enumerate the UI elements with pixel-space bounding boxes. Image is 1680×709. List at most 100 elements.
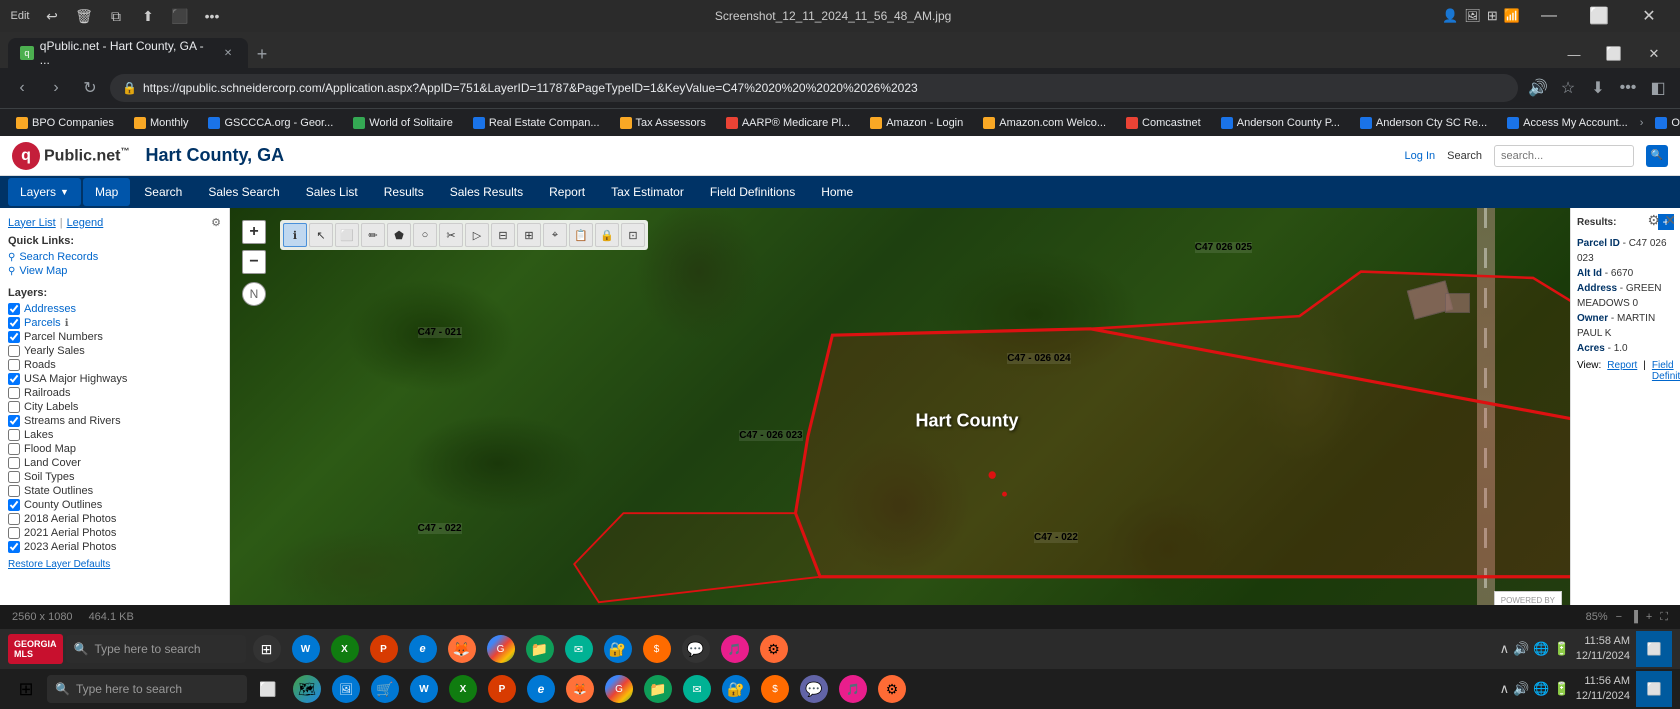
nav-item-results[interactable]: Results [372, 178, 436, 206]
tb3-chevron-icon[interactable]: ∧ [1500, 681, 1510, 697]
nav-item-tax-estimator[interactable]: Tax Estimator [599, 178, 696, 206]
new-tab-button[interactable]: + [248, 40, 276, 68]
layer-addresses-label[interactable]: Addresses [24, 303, 76, 315]
bookmark-gsccca[interactable]: GSCCCA.org - Geor... [200, 112, 341, 134]
view-map-link[interactable]: View Map [8, 265, 221, 277]
tb2-sound-icon[interactable]: 🔊 [1513, 641, 1529, 657]
browser-restore[interactable]: ⬜ [1596, 40, 1632, 68]
layer-yearly-sales-checkbox[interactable] [8, 345, 20, 357]
tb-icon-photos[interactable]: 🖼 [328, 671, 364, 707]
tb-icon-music[interactable]: 🎵 [835, 671, 871, 707]
layer-parcels-checkbox[interactable] [8, 317, 20, 329]
tb2-icon-14[interactable]: ⚙ [756, 631, 792, 667]
nav-item-sales-search[interactable]: Sales Search [196, 178, 291, 206]
layer-streams-checkbox[interactable] [8, 415, 20, 427]
tb3-sound-icon[interactable]: 🔊 [1513, 681, 1529, 697]
tb2-battery-icon[interactable]: 🔋 [1554, 641, 1570, 657]
tb2-network-icon[interactable]: 🌐 [1533, 641, 1549, 657]
layer-flood-map-checkbox[interactable] [8, 443, 20, 455]
tool-arrow[interactable]: ↖ [309, 223, 333, 247]
minimize-button[interactable]: — [1526, 0, 1572, 32]
tab-close-button[interactable]: ✕ [220, 45, 236, 61]
layer-state-outlines-checkbox[interactable] [8, 485, 20, 497]
maximize-button[interactable]: ⬜ [1576, 0, 1622, 32]
layer-addresses-checkbox[interactable] [8, 303, 20, 315]
bookmark-realestate[interactable]: Real Estate Compan... [465, 112, 608, 134]
url-input[interactable] [143, 81, 1506, 95]
browser-minimize[interactable]: — [1556, 40, 1592, 68]
compass[interactable]: N [242, 282, 266, 306]
tb-icon-powerpoint[interactable]: P [484, 671, 520, 707]
forward-button[interactable]: › [42, 74, 70, 102]
tb-icon-store[interactable]: 🛒 [367, 671, 403, 707]
bookmark-bpo[interactable]: BPO Companies [8, 112, 122, 134]
result-report-link[interactable]: Report [1607, 360, 1637, 382]
layer-county-outlines-checkbox[interactable] [8, 499, 20, 511]
bookmark-amazon[interactable]: Amazon.com Welco... [975, 112, 1114, 134]
search-records-link[interactable]: Search Records [8, 251, 221, 263]
nav-item-search[interactable]: Search [132, 178, 194, 206]
bookmarks-more[interactable]: › [1640, 117, 1644, 129]
sidebar-button[interactable]: ◧ [1644, 74, 1672, 102]
export-button[interactable]: ⬆ [136, 4, 160, 28]
zoom-decrease[interactable]: − [1616, 611, 1622, 623]
layer-roads-checkbox[interactable] [8, 359, 20, 371]
tb-icon-excel[interactable]: X [445, 671, 481, 707]
tb-icon-firefox[interactable]: 🦊 [562, 671, 598, 707]
tb-icon-settings2[interactable]: ⚙ [874, 671, 910, 707]
tb2-icon-13[interactable]: 🎵 [717, 631, 753, 667]
tool-box-select[interactable]: ⬜ [335, 223, 359, 247]
tb-icon-security[interactable]: 🔐 [718, 671, 754, 707]
nav-item-field-definitions[interactable]: Field Definitions [698, 178, 807, 206]
tb-icon-taskview[interactable]: ⬜ [250, 671, 286, 707]
bookmark-button[interactable]: ☆ [1554, 74, 1582, 102]
copy-button[interactable]: ⧉ [104, 4, 128, 28]
tb2-icon-8[interactable]: 📁 [522, 631, 558, 667]
sidebar-settings-icon[interactable]: ⚙ [211, 216, 221, 229]
layer-parcel-numbers-checkbox[interactable] [8, 331, 20, 343]
bookmark-anderson2[interactable]: Anderson Cty SC Re... [1352, 112, 1495, 134]
tb-icon-files[interactable]: 📁 [640, 671, 676, 707]
bookmark-comcast[interactable]: Comcastnet [1118, 112, 1209, 134]
tool-grid[interactable]: ⊞ [517, 223, 541, 247]
zoom-in-button[interactable]: + [242, 220, 266, 244]
layer-railroads-checkbox[interactable] [8, 387, 20, 399]
tool-lock[interactable]: 🔒 [595, 223, 619, 247]
nav-item-sales-list[interactable]: Sales List [294, 178, 370, 206]
tb2-icon-11[interactable]: $ [639, 631, 675, 667]
tb-icon-mail[interactable]: ✉ [679, 671, 715, 707]
layer-parcels-label[interactable]: Parcels [24, 317, 61, 329]
nav-item-home[interactable]: Home [809, 178, 865, 206]
restore-layers-link[interactable]: Restore Layer Defaults [8, 559, 221, 570]
edit-button[interactable]: Edit [8, 4, 32, 28]
tb2-icon-6[interactable]: 🦊 [444, 631, 480, 667]
tb2-icon-10[interactable]: 🔐 [600, 631, 636, 667]
nav-item-report[interactable]: Report [537, 178, 597, 206]
tab-legend[interactable]: Legend [67, 217, 104, 229]
bookmark-solitaire[interactable]: World of Solitaire [345, 112, 461, 134]
fullscreen-icon[interactable]: ⛶ [1660, 611, 1668, 624]
zoom-increase[interactable]: + [1646, 611, 1652, 623]
taskbar-search[interactable]: 🔍 Type here to search [47, 675, 247, 703]
tool-cut[interactable]: ✂ [439, 223, 463, 247]
bookmark-monthly[interactable]: Monthly [126, 112, 197, 134]
tb2-icon-4[interactable]: P [366, 631, 402, 667]
tb-icon-word[interactable]: W [406, 671, 442, 707]
tb-icon-chrome[interactable]: G [601, 671, 637, 707]
delete-button[interactable]: 🗑 [72, 4, 96, 28]
tb2-icon-2[interactable]: W [288, 631, 324, 667]
tb-icon-quickbooks[interactable]: $ [757, 671, 793, 707]
tool-minus[interactable]: ⊟ [491, 223, 515, 247]
layer-parcels-info[interactable]: ℹ [65, 318, 69, 329]
tb-icon-edge[interactable]: e [523, 671, 559, 707]
layer-lakes-checkbox[interactable] [8, 429, 20, 441]
active-tab[interactable]: q qPublic.net - Hart County, GA - ... ✕ [8, 38, 248, 68]
tool-polygon[interactable]: ⬟ [387, 223, 411, 247]
action-center-button[interactable]: ⬜ [1636, 631, 1672, 667]
upper-taskbar-search[interactable]: 🔍 Type here to search [66, 635, 246, 663]
tb2-icon-1[interactable]: ⊞ [249, 631, 285, 667]
bookmark-taxassessors[interactable]: Tax Assessors [612, 112, 714, 134]
nav-item-sales-results[interactable]: Sales Results [438, 178, 535, 206]
close-results-button[interactable]: ✕ [1664, 212, 1676, 229]
tb2-icon-12[interactable]: 💬 [678, 631, 714, 667]
